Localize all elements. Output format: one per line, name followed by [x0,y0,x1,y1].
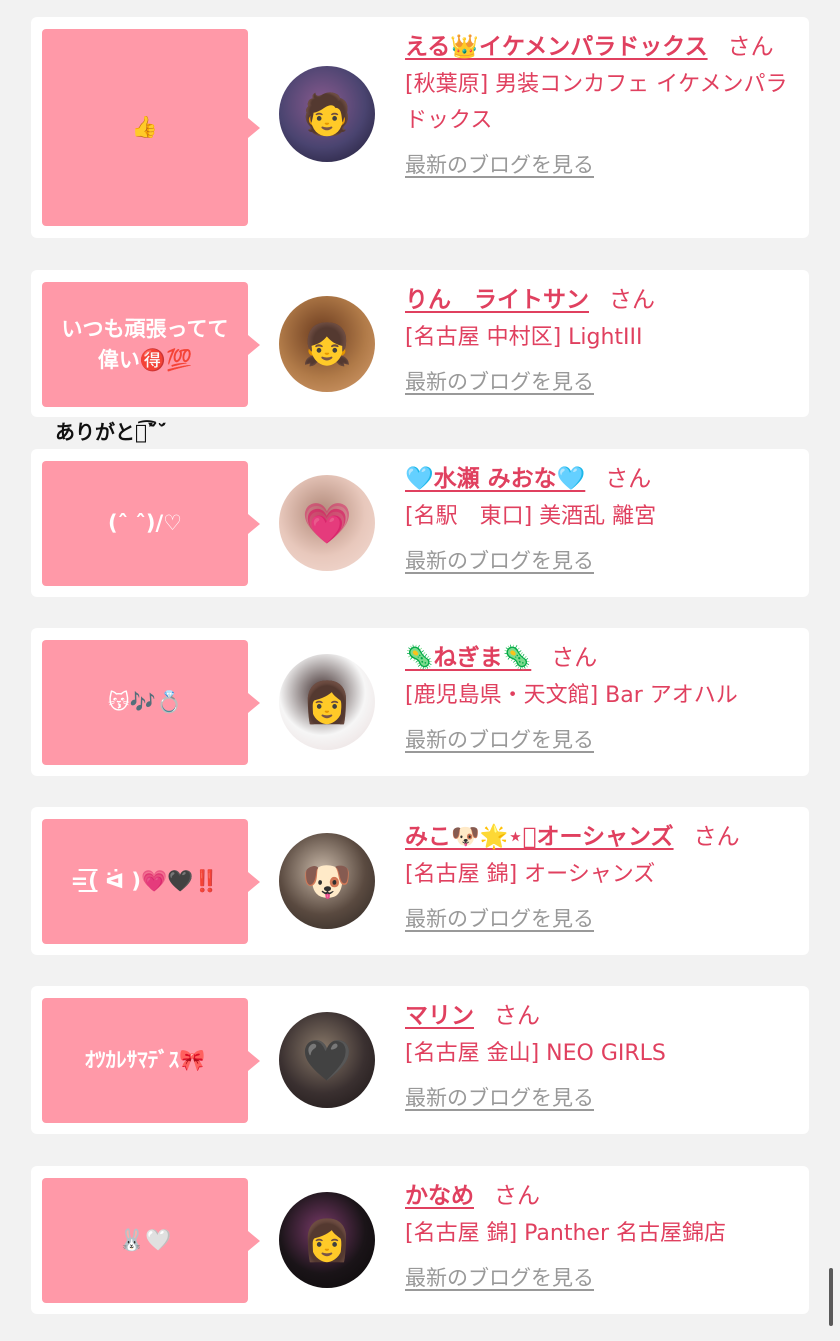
message-text: 😽🎶💍 [107,690,183,715]
name-line: 🦠ねぎま🦠 さん [405,640,791,676]
latest-blog-link[interactable]: 最新のブログを見る [405,545,594,575]
pink-heart-sticker-icon: 💗 [302,500,352,547]
message-text: =͟͟͞͞( ᐛ )💗🖤‼️ [70,869,220,894]
avatar[interactable]: 👩 [279,1192,375,1288]
shop-name: [名古屋 錦] Panther 名古屋錦店 [405,1221,726,1246]
honorific: さん [494,1003,540,1029]
message-card: 👍 🧑 える👑イケメンパラドックス さん [秋葉原] 男装コンカフェ イケメンパラ… [31,17,809,238]
message-bubble: いつも頑張ってて偉い🉐💯 [42,282,260,407]
message-card: 🐰🤍 👩 かなめ さん [名古屋 錦] Panther 名古屋錦店 最新のブログを… [31,1166,809,1314]
message-text: ｵﾂｶﾚｻﾏﾃﾞｽ🎀 [84,1048,206,1073]
cast-name-link[interactable]: りん ライトサン [405,287,589,313]
portrait-dark-stage-icon: 👩 [302,1217,352,1264]
name-line: みこ🐶🌟⋆͛オーシャンズ さん [405,819,791,855]
latest-blog-link[interactable]: 最新のブログを見る [405,1262,594,1292]
portrait-school-uniform-icon: 👩 [302,679,352,726]
shop-name: [名駅 東口] 美酒乱 離宮 [405,504,657,529]
message-bubble: ｵﾂｶﾚｻﾏﾃﾞｽ🎀 [42,998,260,1123]
dog-sticker-icon: 🐶 [302,858,352,905]
name-line: りん ライトサン さん [405,282,791,318]
cast-info: りん ライトサン さん [名古屋 中村区] LightIII 最新のブログを見る [405,282,791,396]
name-line: かなめ さん [405,1178,791,1214]
cast-info: マリン さん [名古屋 金山] NEO GIRLS 最新のブログを見る [405,998,791,1112]
cast-name-link[interactable]: みこ🐶🌟⋆͛オーシャンズ [405,824,674,850]
cast-info: 🦠ねぎま🦠 さん [鹿児島県・天文館] Bar アオハル 最新のブログを見る [405,640,791,754]
cast-info: みこ🐶🌟⋆͛オーシャンズ さん [名古屋 錦] オーシャンズ 最新のブログを見る [405,819,791,933]
name-line: マリン さん [405,998,791,1034]
cast-name-link[interactable]: かなめ [405,1183,474,1209]
honorific: さん [693,824,740,850]
cast-name-link[interactable]: 🩵水瀬 みおな🩵 [405,466,585,492]
portrait-blue-hair-icon: 🧑 [302,91,352,138]
cast-name-link[interactable]: マリン [405,1003,474,1029]
avatar[interactable]: 💗 [279,475,375,571]
message-card: いつも頑張ってて偉い🉐💯 👧 りん ライトサン さん [名古屋 中村区] Ligh… [31,270,809,417]
avatar[interactable]: 🐶 [279,833,375,929]
honorific: さん [551,645,598,671]
latest-blog-link[interactable]: 最新のブログを見る [405,724,594,754]
message-text: (ˆ ˆ)/♡ [107,511,182,536]
honorific: さん [727,34,774,60]
message-text: いつも頑張ってて偉い🉐💯 [61,317,229,372]
message-bubble: 🐰🤍 [42,1178,260,1303]
avatar[interactable]: 👩 [279,654,375,750]
cast-info: える👑イケメンパラドックス さん [秋葉原] 男装コンカフェ イケメンパラドックス… [405,29,791,179]
message-card: =͟͟͞͞( ᐛ )💗🖤‼️ 🐶 みこ🐶🌟⋆͛オーシャンズ さん [名古屋 錦] … [31,807,809,955]
shop-name: [名古屋 金山] NEO GIRLS [405,1041,666,1066]
message-card: (ˆ ˆ)/♡ 💗 🩵水瀬 みおな🩵 さん [名駅 東口] 美酒乱 離宮 最新のブ… [31,449,809,597]
shop-name: [名古屋 中村区] LightIII [405,325,643,350]
message-text: 👍 [131,115,159,140]
latest-blog-link[interactable]: 最新のブログを見る [405,366,594,396]
cast-info: かなめ さん [名古屋 錦] Panther 名古屋錦店 最新のブログを見る [405,1178,791,1292]
latest-blog-link[interactable]: 最新のブログを見る [405,149,594,179]
cast-name-link[interactable]: 🦠ねぎま🦠 [405,645,531,671]
black-heart-sticker-icon: 🖤 [302,1037,352,1084]
honorific: さん [494,1183,540,1209]
shop-name: [名古屋 錦] オーシャンズ [405,862,656,887]
avatar[interactable]: 🧑 [279,66,375,162]
message-card: 😽🎶💍 👩 🦠ねぎま🦠 さん [鹿児島県・天文館] Bar アオハル 最新のブログ… [31,628,809,776]
cast-name-link[interactable]: える👑イケメンパラドックス [405,34,708,60]
avatar[interactable]: 🖤 [279,1012,375,1108]
message-bubble: =͟͟͞͞( ᐛ )💗🖤‼️ [42,819,260,944]
latest-blog-link[interactable]: 最新のブログを見る [405,1082,594,1112]
name-line: える👑イケメンパラドックス さん [405,29,791,65]
latest-blog-link[interactable]: 最新のブログを見る [405,903,594,933]
cast-info: 🩵水瀬 みおな🩵 さん [名駅 東口] 美酒乱 離宮 最新のブログを見る [405,461,791,575]
message-card: ｵﾂｶﾚｻﾏﾃﾞｽ🎀 🖤 マリン さん [名古屋 金山] NEO GIRLS 最新… [31,986,809,1134]
message-bubble: (ˆ ˆ)/♡ [42,461,260,586]
avatar[interactable]: 👧 [279,296,375,392]
name-line: 🩵水瀬 みおな🩵 さん [405,461,791,497]
message-text: 🐰🤍 [118,1228,172,1253]
honorific: さん [609,287,655,313]
shop-name: [鹿児島県・天文館] Bar アオハル [405,683,738,708]
overflow-message-text: ありがとう͡˘̋̀˘́ [55,420,168,444]
shop-name: [秋葉原] 男装コンカフェ イケメンパラドックス [405,72,788,133]
message-bubble: 😽🎶💍 [42,640,260,765]
message-bubble: 👍 [42,29,260,226]
scrollbar[interactable] [829,1268,833,1326]
honorific: さん [605,466,652,492]
portrait-anime-girl-icon: 👧 [302,321,352,368]
